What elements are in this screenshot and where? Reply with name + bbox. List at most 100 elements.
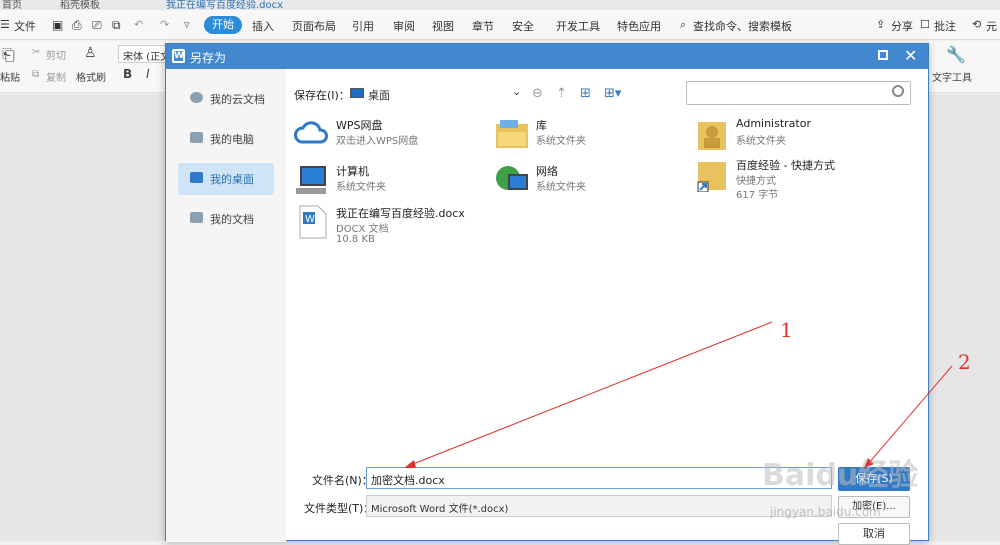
menu-annotate[interactable]: 批注 — [934, 18, 956, 34]
menu-reference[interactable]: 引用 — [352, 18, 374, 34]
print-preview-icon[interactable]: ⎚ — [92, 18, 102, 33]
cancel-button[interactable]: 取消 — [838, 523, 910, 545]
save-icon[interactable]: ▣ — [52, 18, 63, 32]
menu-start[interactable]: 开始 — [204, 16, 242, 34]
search-input[interactable] — [686, 81, 911, 105]
chevron-down-icon[interactable]: ⌄ — [512, 85, 521, 98]
redo-icon[interactable]: ↷ — [160, 18, 169, 31]
sidebar-item-label: 我的文档 — [210, 213, 254, 226]
bold-button[interactable]: B — [123, 67, 132, 81]
sidebar-item-computer[interactable]: 我的电脑 — [178, 123, 274, 153]
filetype-select[interactable]: Microsoft Word 文件(*.docx) — [366, 495, 832, 517]
svg-text:W: W — [305, 214, 315, 225]
file-item-library[interactable]: 库 系统文件夹 — [494, 116, 684, 160]
tab-document[interactable]: 我正在编写百度经验.docx — [166, 0, 283, 10]
docx-icon: W — [299, 205, 327, 239]
annotation-label-1: 1 — [780, 318, 793, 342]
library-icon — [496, 120, 528, 148]
file-name: 百度经验 - 快捷方式 — [736, 159, 835, 172]
menu-special[interactable]: 特色应用 — [617, 18, 661, 34]
annotate-icon[interactable]: ☐ — [920, 18, 930, 31]
menu-layout[interactable]: 页面布局 — [292, 18, 336, 34]
menu-more[interactable]: 元 — [986, 18, 997, 34]
menu-share[interactable]: 分享 — [891, 18, 913, 34]
quick-access-dropdown-icon[interactable]: ▿ — [184, 18, 190, 31]
wps-logo-icon: W — [172, 49, 185, 63]
history-icon[interactable]: ⟲ — [972, 18, 981, 31]
file-item-docx[interactable]: W 我正在编写百度经验.docx DOCX 文档 10.8 KB — [294, 204, 514, 252]
file-item-network[interactable]: 网络 系统文件夹 — [494, 162, 684, 206]
maximize-button[interactable] — [878, 50, 888, 60]
sidebar-item-desktop[interactable]: 我的桌面 — [178, 163, 274, 195]
desktop-icon — [350, 88, 364, 98]
file-type: 系统文件夹 — [736, 136, 786, 147]
undo-icon[interactable]: ↶ — [134, 18, 143, 31]
italic-button[interactable]: I — [146, 67, 150, 81]
menu-search[interactable]: 查找命令、搜索模板 — [693, 18, 792, 34]
filename-label: 文件名(N)： — [312, 474, 373, 487]
file-item-wps-cloud[interactable]: WPS网盘 双击进入WPS网盘 — [294, 116, 484, 160]
up-folder-icon[interactable]: ⇡ — [556, 86, 567, 101]
file-name: Administrator — [736, 117, 811, 130]
file-item-computer[interactable]: 计算机 系统文件夹 — [294, 162, 484, 206]
search-icon — [892, 85, 904, 97]
watermark-logo: Baidu经验 — [762, 458, 919, 493]
file-type: 双击进入WPS网盘 — [336, 136, 419, 147]
sidebar-item-label: 我的桌面 — [210, 173, 254, 186]
format-painter-button[interactable]: 格式刷 — [76, 69, 106, 84]
new-folder-icon[interactable]: ⊞ — [580, 86, 591, 101]
filetype-label: 文件类型(T)： — [304, 502, 375, 515]
save-in-select[interactable]: 桌面 ⌄ — [346, 83, 526, 105]
share-icon[interactable]: ⇪ — [876, 18, 885, 31]
font-select[interactable]: 宋体 (正文 — [118, 45, 171, 63]
font-select-value: 宋体 (正文 — [123, 52, 171, 63]
cloud-icon — [294, 121, 328, 144]
wrench-icon[interactable]: 🔧 — [946, 45, 966, 64]
back-icon[interactable]: ⊖ — [532, 86, 543, 101]
cut-button[interactable]: 剪切 — [46, 47, 66, 62]
copy-icon[interactable]: ⧉ — [32, 69, 39, 80]
format-painter-icon[interactable]: ♙ — [84, 45, 97, 61]
menu-insert[interactable]: 插入 — [252, 18, 274, 34]
file-name: 我正在编写百度经验.docx — [336, 207, 465, 220]
print-icon[interactable]: ⎙ — [72, 18, 82, 33]
user-folder-icon — [698, 122, 726, 150]
dialog-title: 另存为 — [190, 51, 227, 65]
copy-button[interactable]: 复制 — [46, 69, 66, 84]
file-type: 快捷方式 — [736, 176, 776, 187]
menu-icon[interactable]: ☰ — [0, 18, 10, 31]
folder-icon — [190, 212, 203, 223]
menu-view[interactable]: 视图 — [432, 18, 454, 34]
dialog-sidebar: 我的云文档 我的电脑 我的桌面 我的文档 — [166, 69, 286, 542]
tab-template[interactable]: 稻壳模板 — [60, 0, 100, 10]
file-type: DOCX 文档 — [336, 224, 389, 235]
menu-chapter[interactable]: 章节 — [472, 18, 494, 34]
file-item-shortcut[interactable]: 百度经验 - 快捷方式 快捷方式 617 字节 — [694, 156, 894, 206]
sidebar-item-label: 我的云文档 — [210, 93, 265, 106]
tab-home[interactable]: 首页 — [2, 0, 22, 10]
cut-icon[interactable]: ✂ — [32, 47, 40, 58]
close-button[interactable]: ✕ — [904, 46, 917, 65]
save-in-value: 桌面 — [368, 89, 390, 102]
file-type: 系统文件夹 — [536, 182, 586, 193]
annotation-label-2: 2 — [958, 350, 971, 374]
computer-icon — [296, 166, 326, 194]
menu-file[interactable]: 文件 — [14, 18, 36, 34]
dialog-titlebar[interactable]: W 另存为 ✕ — [166, 44, 928, 69]
text-tools-button[interactable]: 文字工具 — [932, 69, 972, 84]
paste-button[interactable]: 粘贴 — [0, 69, 20, 84]
menu-review[interactable]: 审阅 — [393, 18, 415, 34]
menu-devtools[interactable]: 开发工具 — [556, 18, 600, 34]
search-icon[interactable]: ⌕ — [680, 18, 686, 32]
cloud-doc-icon — [190, 92, 203, 103]
sidebar-item-cloud-docs[interactable]: 我的云文档 — [178, 83, 274, 113]
ribbon-right: 🔧 文字工具 — [930, 41, 1000, 93]
file-item-administrator[interactable]: Administrator 系统文件夹 — [694, 116, 894, 160]
view-mode-icon[interactable]: ⊞▾ — [604, 86, 621, 101]
paste-icon[interactable]: ⎗ — [2, 45, 15, 65]
menu-security[interactable]: 安全 — [512, 18, 534, 34]
sidebar-item-documents[interactable]: 我的文档 — [178, 203, 274, 233]
watermark-url: jingyan.baidu.com — [770, 505, 881, 519]
export-icon[interactable]: ⧉ — [112, 18, 121, 33]
file-size: 10.8 KB — [336, 234, 375, 245]
